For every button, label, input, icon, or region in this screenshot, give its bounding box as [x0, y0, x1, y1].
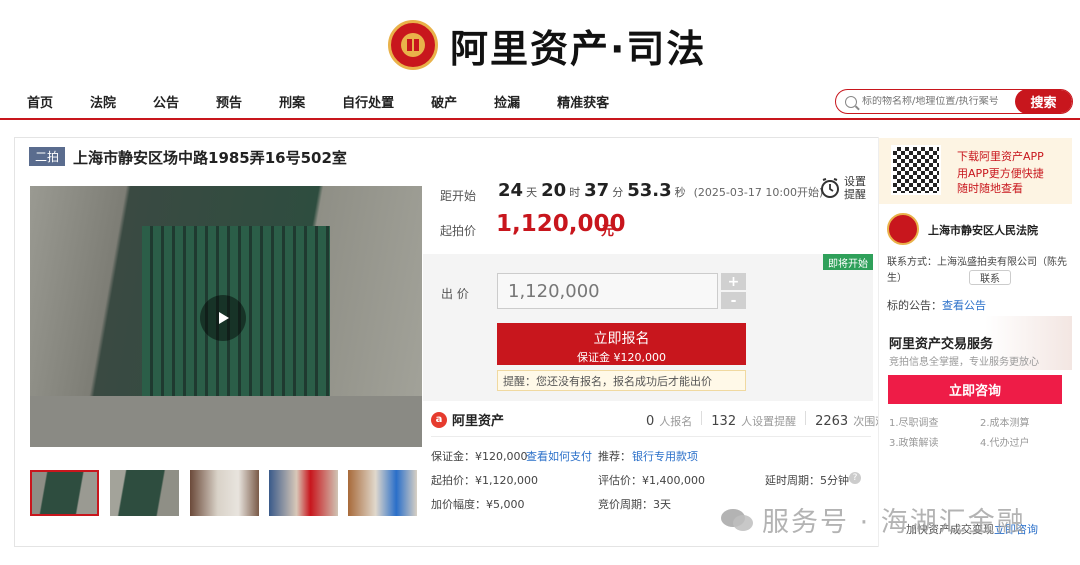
bid-amount-field[interactable]: 1,120,000	[497, 273, 718, 309]
auction-stats: 0 人报名 132 人设置提醒 2263 次围观	[646, 411, 886, 429]
decrease-bid-button[interactable]: -	[721, 292, 746, 309]
nav-item-bankrupt[interactable]: 破产	[431, 92, 457, 111]
increment-info: 加价幅度：¥5,000	[431, 498, 525, 511]
delay-period-info: 延时周期：5分钟	[765, 474, 849, 487]
ali-assets-logo: a 阿里资产	[431, 410, 504, 429]
nav-item-bargain[interactable]: 捡漏	[494, 92, 520, 111]
service-item: 1.尽职调查	[889, 418, 939, 429]
search-input[interactable]	[862, 96, 1015, 107]
help-icon[interactable]: ?	[849, 472, 861, 484]
play-video-icon[interactable]	[200, 295, 246, 341]
search-bar: 搜索	[835, 89, 1073, 114]
alarm-clock-icon	[821, 178, 839, 198]
signup-tip: 提醒：您还没有报名，报名成功后才能出价	[497, 370, 746, 391]
search-icon	[845, 95, 857, 108]
item-title: 上海市静安区场中路1985弄16号502室	[73, 149, 347, 167]
deposit-info: 保证金：¥120,000	[431, 450, 528, 463]
app-download-title[interactable]: 下载阿里资产APP	[957, 148, 1044, 164]
round-badge: 二拍	[29, 147, 65, 166]
increase-bid-button[interactable]: +	[721, 273, 746, 290]
status-badge: 即将开始	[823, 254, 873, 270]
app-download-desc: 用APP更方便快捷 随时随地查看	[957, 167, 1044, 195]
nav-item-court[interactable]: 法院	[90, 92, 116, 111]
service-item: 3.政策解读	[889, 438, 939, 449]
countdown-days: 24	[498, 180, 524, 201]
site-logo[interactable]: 阿里资产·司法	[388, 18, 706, 72]
countdown: 24 天 20 时 37 分 53.3 秒 (2025-03-17 10:00开始)	[498, 180, 824, 201]
apply-now-button[interactable]: 立即报名 保证金 ¥120,000	[497, 323, 746, 365]
service-item: 2.成本测算	[980, 418, 1030, 429]
nav-item-preview[interactable]: 预告	[216, 92, 242, 111]
service-title: 阿里资产交易服务	[889, 337, 994, 352]
court-emblem-icon	[388, 20, 438, 70]
qr-code	[891, 145, 941, 195]
notice-row: 标的公告：查看公告	[887, 299, 986, 312]
contact-button[interactable]: 联系	[969, 270, 1011, 285]
bank-loan-link[interactable]: 银行专用款项	[632, 448, 698, 464]
start-price-info: 起拍价：¥1,120,000	[431, 474, 538, 487]
eval-price-info: 评估价：¥1,400,000	[598, 474, 705, 487]
service-desc: 竞拍信息全掌握，专业服务更放心	[889, 357, 1039, 368]
header-divider	[0, 118, 1080, 120]
bid-period-info: 竞价周期：3天	[598, 498, 671, 511]
start-price-label: 起拍价	[440, 224, 477, 238]
nav-item-notice[interactable]: 公告	[153, 92, 179, 111]
countdown-hours: 20	[541, 180, 567, 201]
divider	[431, 436, 871, 437]
nav-item-criminal[interactable]: 刑案	[279, 92, 305, 111]
ali-logo-icon: a	[431, 411, 447, 428]
nav-item-leads[interactable]: 精准获客	[557, 92, 609, 111]
watermark: 服务号 · 海湖汇金融	[720, 500, 1026, 539]
start-price-unit: 元	[601, 224, 615, 239]
wechat-icon	[721, 508, 753, 531]
main-nav: 首页 法院 公告 预告 刑案 自行处置 破产 捡漏 精准获客	[27, 92, 646, 111]
thumbnail-4[interactable]	[269, 470, 338, 516]
consult-button[interactable]: 立即咨询	[888, 375, 1062, 404]
recommend-label: 推荐：	[598, 450, 631, 463]
thumbnail-5[interactable]	[348, 470, 417, 516]
service-item: 4.代办过户	[980, 438, 1030, 449]
view-notice-link[interactable]: 查看公告	[942, 299, 986, 312]
court-emblem-icon	[887, 213, 919, 245]
bid-label: 出 价	[441, 287, 469, 301]
countdown-minutes: 37	[584, 180, 610, 201]
brand-title: 阿里资产·司法	[450, 26, 707, 71]
set-reminder-button[interactable]: 设置 提醒	[820, 175, 866, 201]
thumbnail-3[interactable]	[190, 470, 259, 516]
how-to-pay-link[interactable]: 查看如何支付	[526, 448, 592, 464]
nav-item-self-dispose[interactable]: 自行处置	[342, 92, 394, 111]
nav-item-home[interactable]: 首页	[27, 92, 53, 111]
countdown-seconds: 53.3	[627, 180, 672, 201]
countdown-start-time: (2025-03-17 10:00开始)	[693, 186, 824, 199]
thumbnail-1[interactable]	[30, 470, 99, 516]
countdown-label: 距开始	[440, 189, 477, 203]
thumbnail-2[interactable]	[110, 470, 179, 516]
court-name[interactable]: 上海市静安区人民法院	[928, 222, 1038, 238]
search-button[interactable]: 搜索	[1015, 90, 1072, 113]
